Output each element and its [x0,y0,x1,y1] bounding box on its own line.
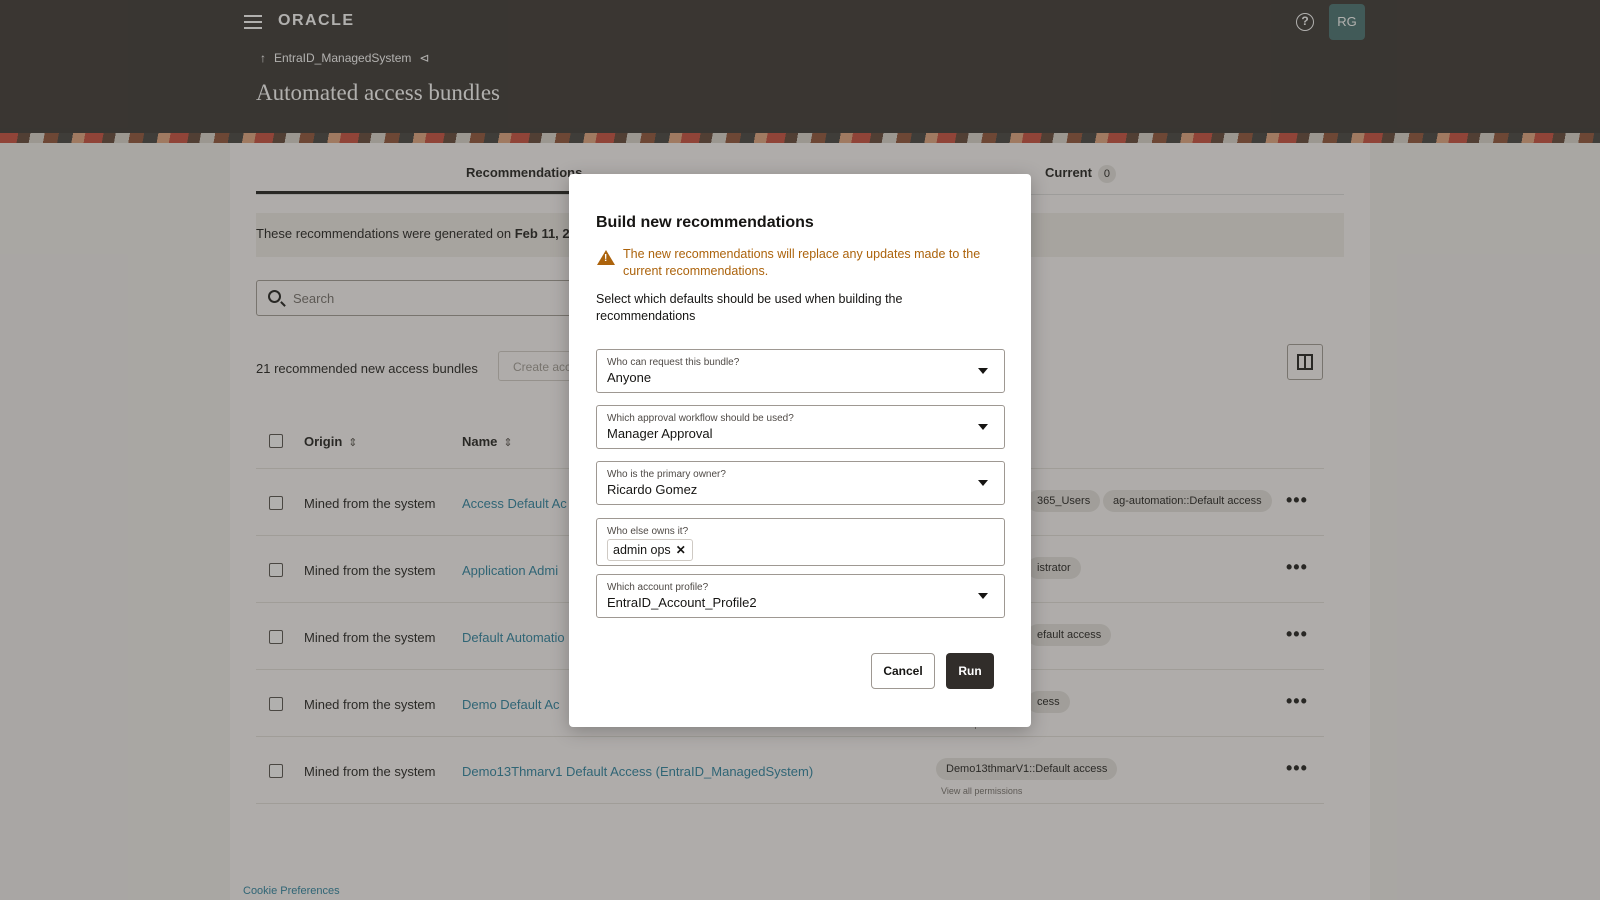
workflow-value: Manager Approval [607,426,713,441]
requester-value: Anyone [607,370,652,385]
owner-value: Ricardo Gomez [607,482,698,497]
requester-label: Who can request this bundle? [607,357,740,368]
account-profile-label: Which account profile? [607,582,709,593]
cancel-button[interactable]: Cancel [871,653,935,689]
requester-select[interactable]: Who can request this bundle? Anyone [596,349,1005,393]
owner-tag-label: admin ops [613,543,671,557]
chevron-down-icon [978,593,988,599]
run-button[interactable]: Run [946,653,994,689]
dialog-title: Build new recommendations [596,214,814,231]
owner-label: Who is the primary owner? [607,469,726,480]
primary-owner-select[interactable]: Who is the primary owner? Ricardo Gomez [596,461,1005,505]
dialog-description: Select which defaults should be used whe… [596,292,903,323]
workflow-label: Which approval workflow should be used? [607,413,794,424]
other-owners-input[interactable]: Who else owns it? admin ops ✕ [596,518,1005,566]
account-profile-value: EntraID_Account_Profile2 [607,595,757,610]
chevron-down-icon [978,424,988,430]
warning-message: The new recommendations will replace any… [623,247,981,278]
approval-workflow-select[interactable]: Which approval workflow should be used? … [596,405,1005,449]
other-owners-label: Who else owns it? [607,526,689,537]
remove-tag-icon[interactable]: ✕ [676,543,686,557]
chevron-down-icon [978,480,988,486]
build-recommendations-dialog: Build new recommendations The new recomm… [569,174,1031,727]
warning-icon [597,250,615,265]
chevron-down-icon [978,368,988,374]
account-profile-select[interactable]: Which account profile? EntraID_Account_P… [596,574,1005,618]
owner-tag: admin ops ✕ [607,539,693,561]
